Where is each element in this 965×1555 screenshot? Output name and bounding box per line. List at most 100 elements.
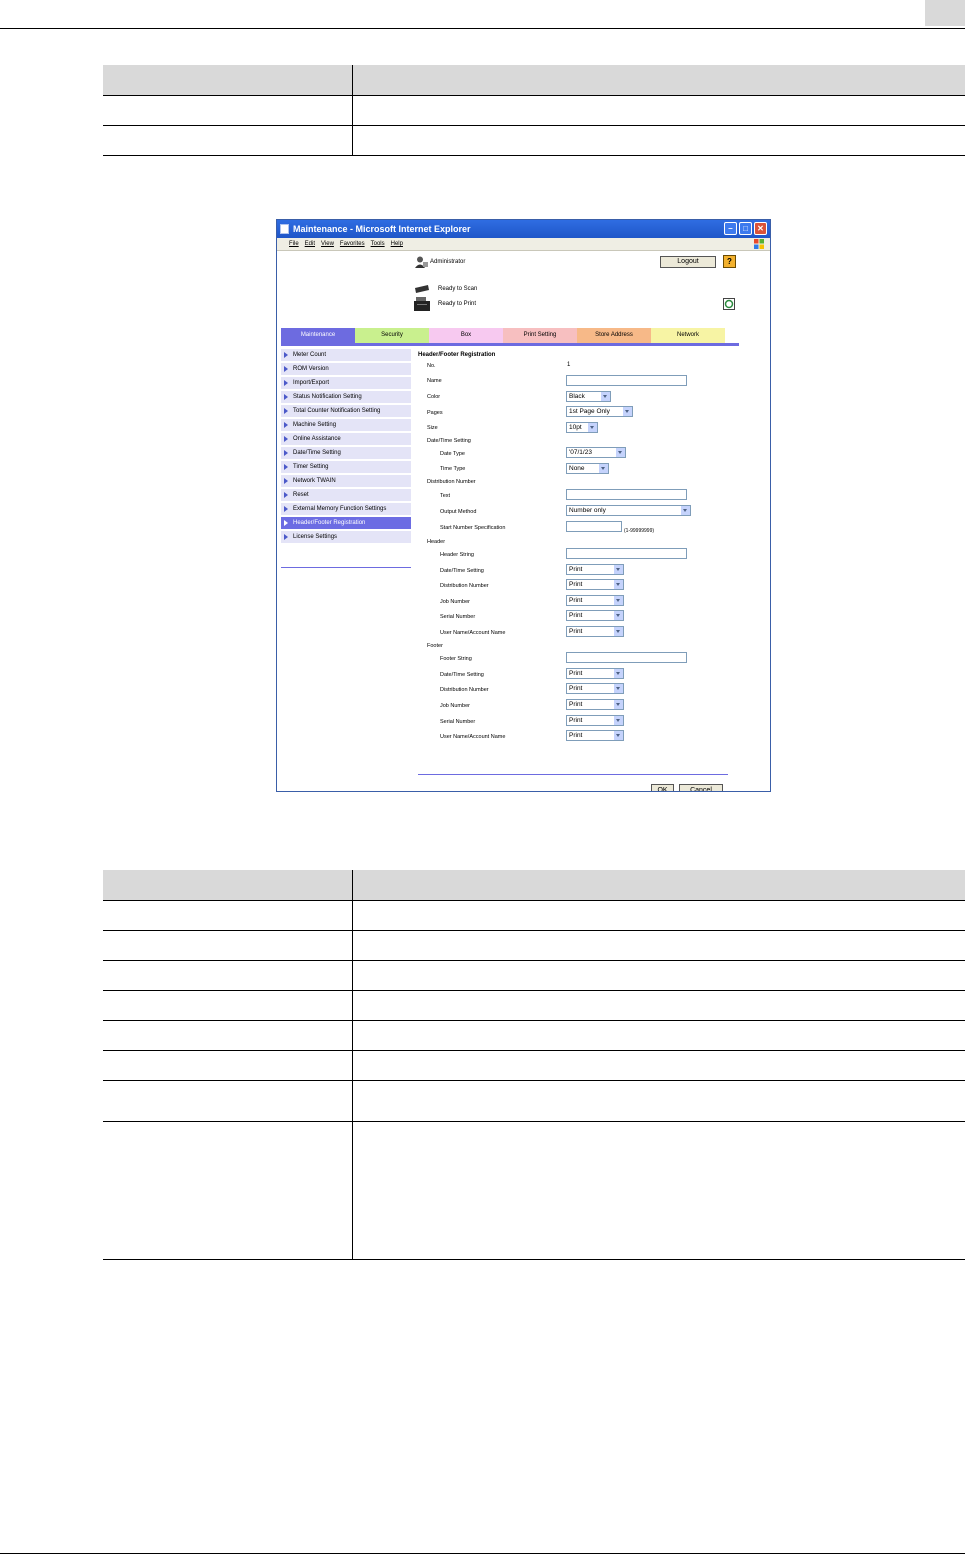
tab-store-address[interactable]: Store Address — [577, 328, 651, 343]
header-distribution-label: Distribution Number — [440, 583, 489, 589]
logout-button[interactable]: Logout — [660, 256, 716, 268]
menu-tools[interactable]: Tools — [371, 238, 385, 250]
scanner-icon — [415, 285, 429, 293]
color-select[interactable]: Black — [566, 391, 611, 402]
chevron-down-icon — [681, 506, 690, 515]
arrow-right-icon — [284, 492, 288, 498]
tab-print-setting[interactable]: Print Setting — [503, 328, 577, 343]
sidebar-item-date-time-setting[interactable]: Date/Time Setting — [281, 447, 411, 461]
footer-string-input[interactable] — [566, 652, 687, 663]
footer-job-number-select[interactable]: Print — [566, 699, 624, 710]
arrow-right-icon — [284, 422, 288, 428]
chevron-down-icon — [616, 448, 625, 457]
footer-user-name-label: User Name/Account Name — [440, 734, 506, 740]
text-input[interactable] — [566, 489, 687, 500]
header-string-label: Header String — [440, 552, 474, 558]
cancel-button[interactable]: Cancel — [679, 784, 723, 791]
close-icon[interactable]: ✕ — [754, 222, 767, 235]
menu-help[interactable]: Help — [391, 238, 403, 250]
arrow-right-icon — [284, 436, 288, 442]
footer-serial-number-select[interactable]: Print — [566, 715, 624, 726]
chevron-down-icon — [601, 392, 610, 401]
sidebar-item-network-twain[interactable]: Network TWAIN — [281, 475, 411, 489]
sidebar-item-license-settings[interactable]: License Settings — [281, 531, 411, 545]
date-type-label: Date Type — [440, 451, 465, 457]
tab-maintenance[interactable]: Maintenance — [281, 328, 355, 343]
chevron-down-icon — [614, 611, 623, 620]
output-method-label: Output Method — [440, 509, 477, 515]
tab-box[interactable]: Box — [429, 328, 503, 343]
scan-status: Ready to Scan — [438, 286, 478, 292]
sidebar-item-header-footer[interactable]: Header/Footer Registration — [281, 517, 411, 531]
name-input[interactable] — [566, 375, 687, 386]
start-number-range: (1-99999999) — [624, 528, 655, 534]
chevron-down-icon — [614, 596, 623, 605]
table-bottom — [103, 870, 965, 1260]
table-row — [103, 1050, 965, 1081]
ie-page-icon — [280, 224, 289, 234]
minimize-icon[interactable]: – — [724, 222, 737, 235]
sidebar-item-reset[interactable]: Reset — [281, 489, 411, 503]
window-title: Maintenance - Microsoft Internet Explore… — [293, 224, 471, 234]
arrow-right-icon — [284, 366, 288, 372]
table-row — [103, 960, 965, 991]
header-distribution-select[interactable]: Print — [566, 579, 624, 590]
header-job-number-label: Job Number — [440, 599, 470, 605]
table-row — [103, 125, 965, 156]
header-string-input[interactable] — [566, 548, 687, 559]
chevron-down-icon — [614, 684, 623, 693]
sidebar-item-machine-setting[interactable]: Machine Setting — [281, 419, 411, 433]
arrow-right-icon — [284, 464, 288, 470]
header-section-label: Header — [427, 539, 446, 545]
help-icon[interactable]: ? — [723, 255, 736, 268]
sidebar-item-external-memory[interactable]: External Memory Function Settings — [281, 503, 411, 517]
sidebar-item-timer-setting[interactable]: Timer Setting — [281, 461, 411, 475]
sidebar-item-total-counter-notification[interactable]: Total Counter Notification Setting — [281, 405, 411, 419]
date-type-select[interactable]: '07/1/23 — [566, 447, 626, 458]
refresh-icon[interactable] — [723, 298, 735, 310]
pages-select[interactable]: 1st Page Only — [566, 406, 633, 417]
sidebar-item-rom-version[interactable]: ROM Version — [281, 363, 411, 377]
sidebar: Meter Count ROM Version Import/Export St… — [281, 349, 411, 545]
title-bar: Maintenance - Microsoft Internet Explore… — [277, 220, 770, 238]
chevron-down-icon — [614, 716, 623, 725]
table-row — [103, 1020, 965, 1051]
table-row — [103, 930, 965, 961]
start-number-input[interactable] — [566, 521, 622, 532]
menu-view[interactable]: View — [321, 238, 334, 250]
header-serial-number-select[interactable]: Print — [566, 610, 624, 621]
menu-edit[interactable]: Edit — [305, 238, 315, 250]
sidebar-item-meter-count[interactable]: Meter Count — [281, 349, 411, 363]
footer-distribution-select[interactable]: Print — [566, 683, 624, 694]
chevron-down-icon — [614, 580, 623, 589]
tab-network[interactable]: Network — [651, 328, 725, 343]
chevron-down-icon — [614, 565, 623, 574]
maximize-icon[interactable]: □ — [739, 222, 752, 235]
menu-file[interactable]: File — [289, 238, 299, 250]
header-job-number-select[interactable]: Print — [566, 595, 624, 606]
size-select[interactable]: 10pt — [566, 422, 598, 433]
footer-user-name-select[interactable]: Print — [566, 730, 624, 741]
arrow-right-icon — [284, 534, 288, 540]
text-label: Text — [440, 493, 451, 499]
header-user-name-select[interactable]: Print — [566, 626, 624, 637]
header-datetime-select[interactable]: Print — [566, 564, 624, 575]
footer-datetime-select[interactable]: Print — [566, 668, 624, 679]
ok-button[interactable]: OK — [651, 784, 674, 791]
header-user-name-label: User Name/Account Name — [440, 630, 506, 636]
sidebar-item-status-notification[interactable]: Status Notification Setting — [281, 391, 411, 405]
time-type-select[interactable]: None — [566, 463, 609, 474]
table-header-cell — [352, 65, 965, 96]
menu-favorites[interactable]: Favorites — [340, 238, 365, 250]
arrow-right-icon — [284, 506, 288, 512]
menu-bar: File Edit View Favorites Tools Help — [277, 238, 770, 251]
tab-security[interactable]: Security — [355, 328, 429, 343]
arrow-right-icon — [284, 478, 288, 484]
output-method-select[interactable]: Number only — [566, 505, 691, 516]
table-row — [103, 900, 965, 931]
sidebar-item-online-assistance[interactable]: Online Assistance — [281, 433, 411, 447]
header-serial-number-label: Serial Number — [440, 614, 476, 620]
main-tabs: Maintenance Security Box Print Setting S… — [281, 328, 725, 343]
chevron-down-icon — [614, 669, 623, 678]
sidebar-item-import-export[interactable]: Import/Export — [281, 377, 411, 391]
